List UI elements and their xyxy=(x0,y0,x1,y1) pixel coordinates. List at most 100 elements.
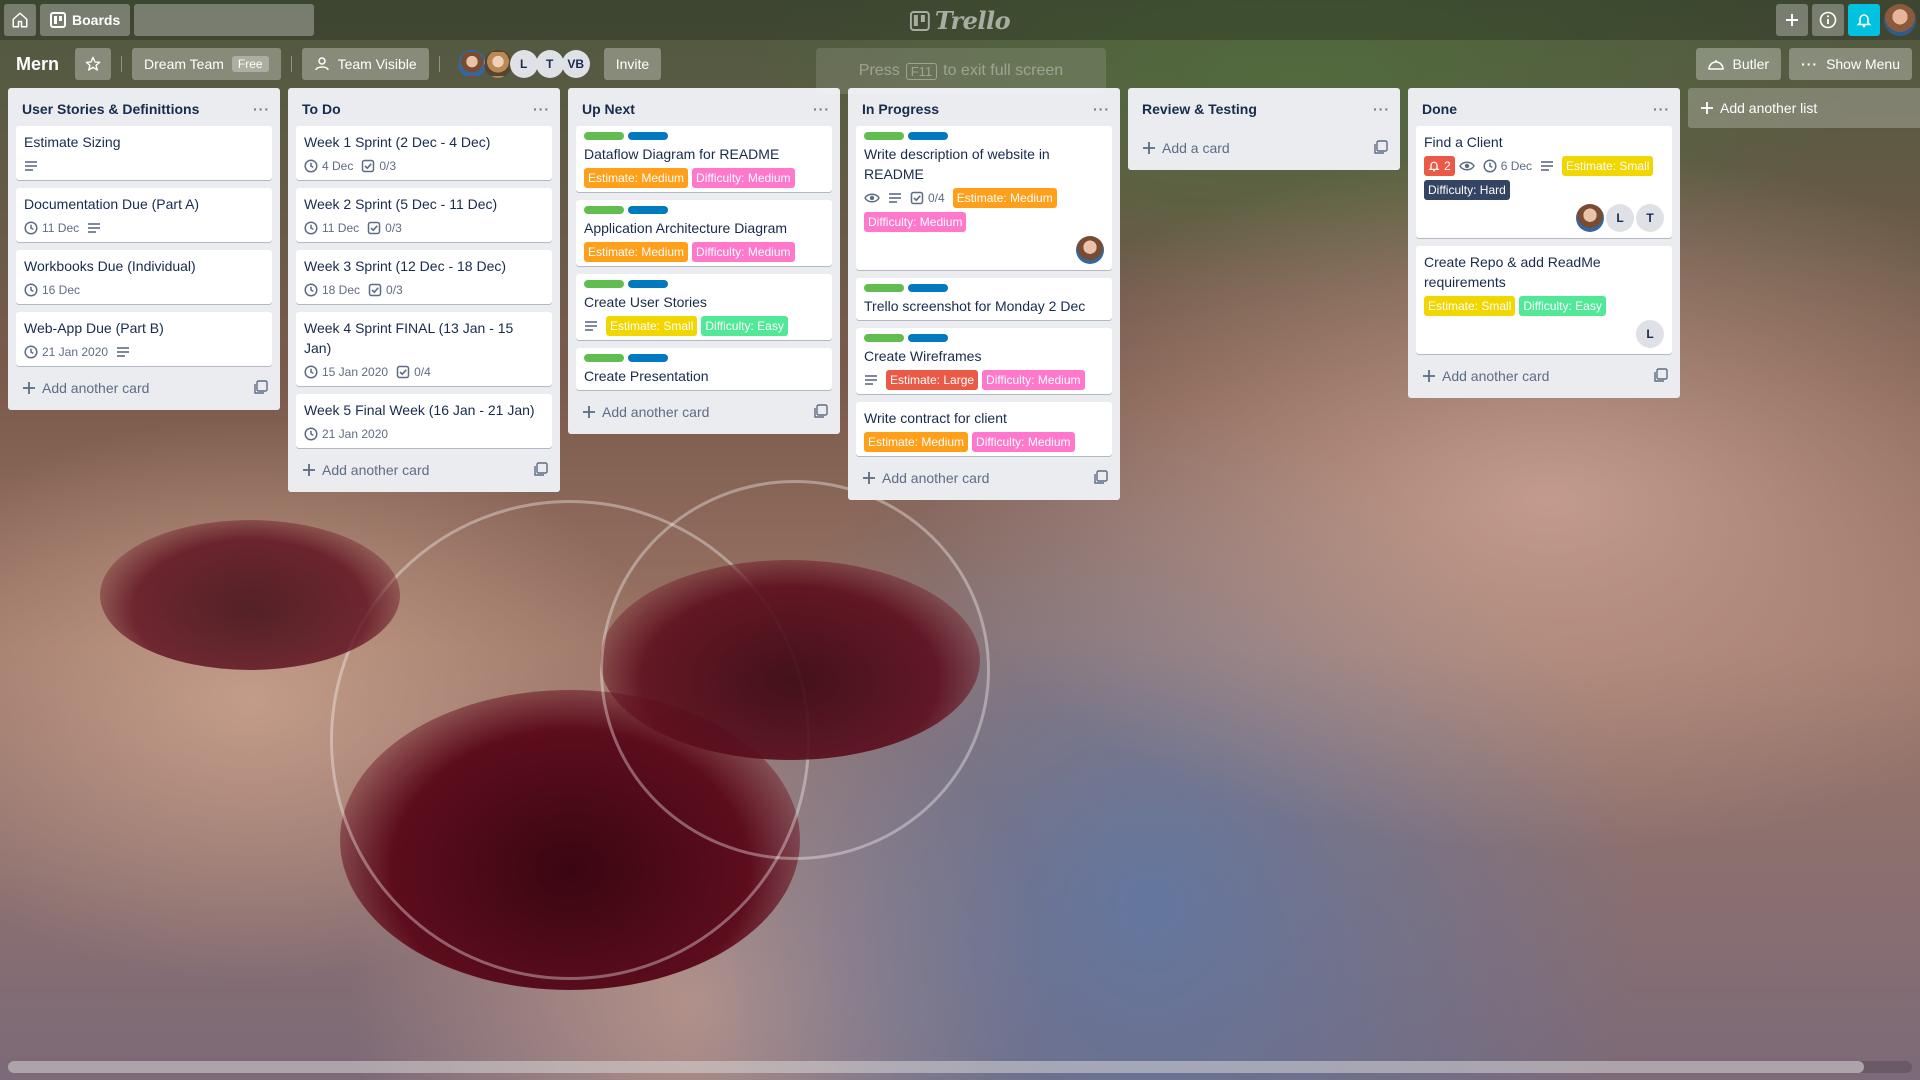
board-member-avatar[interactable] xyxy=(457,50,486,78)
star-board-button[interactable] xyxy=(75,48,112,80)
label-bar-green[interactable] xyxy=(584,206,624,214)
list-menu-icon[interactable]: ··· xyxy=(253,102,270,116)
notifications-button[interactable] xyxy=(1848,4,1880,36)
due-date-badge[interactable]: 6 Dec xyxy=(1483,156,1536,176)
card[interactable]: Write contract for client Estimate: Mediu… xyxy=(856,402,1112,456)
card-label[interactable]: Difficulty: Medium xyxy=(692,168,795,188)
card-label[interactable]: Estimate: Small xyxy=(1424,296,1516,316)
card-label[interactable]: Estimate: Medium xyxy=(584,242,689,262)
due-date-badge[interactable]: 21 Jan 2020 xyxy=(24,342,112,362)
card-member-avatar[interactable]: L xyxy=(1606,204,1634,232)
card-template-button[interactable] xyxy=(254,379,268,397)
board-title[interactable]: Mern xyxy=(16,54,59,75)
trello-logo[interactable]: Trello xyxy=(909,6,1011,35)
label-bar-blue[interactable] xyxy=(908,284,948,292)
card-label[interactable]: Estimate: Medium xyxy=(952,188,1057,208)
label-bar-green[interactable] xyxy=(584,280,624,288)
list-title[interactable]: To Do xyxy=(302,101,341,117)
add-card-button[interactable]: Add another card xyxy=(582,404,709,420)
card[interactable]: Week 4 Sprint FINAL (13 Jan - 15 Jan) 15 … xyxy=(296,312,552,386)
list-title[interactable]: Up Next xyxy=(582,101,635,117)
label-bar-green[interactable] xyxy=(584,132,624,140)
horizontal-scrollbar[interactable] xyxy=(8,1061,1912,1073)
team-button[interactable]: Dream Team Free xyxy=(132,48,281,80)
add-card-button[interactable]: Add a card xyxy=(1142,140,1230,156)
card-template-button[interactable] xyxy=(1374,139,1388,157)
card-label[interactable]: Difficulty: Medium xyxy=(972,432,1075,452)
card-template-button[interactable] xyxy=(1654,367,1668,385)
card-label[interactable]: Difficulty: Medium xyxy=(982,370,1085,390)
board-member-avatar[interactable] xyxy=(483,50,512,78)
card-member-avatar[interactable]: T xyxy=(1636,204,1664,232)
board-member-avatar[interactable]: VB xyxy=(561,50,590,78)
label-bar-blue[interactable] xyxy=(628,354,668,362)
card[interactable]: Week 1 Sprint (2 Dec - 4 Dec) 4 Dec 0/3 xyxy=(296,126,552,180)
due-date-badge[interactable]: 21 Jan 2020 xyxy=(304,424,392,444)
list-title[interactable]: In Progress xyxy=(862,101,939,117)
card[interactable]: Week 5 Final Week (16 Jan - 21 Jan) 21 Ja… xyxy=(296,394,552,448)
add-card-button[interactable]: Add another card xyxy=(1422,368,1549,384)
due-date-badge[interactable]: 4 Dec xyxy=(304,156,357,176)
add-card-button[interactable]: Add another card xyxy=(862,470,989,486)
card[interactable]: Dataflow Diagram for README Estimate: Med… xyxy=(576,126,832,192)
butler-button[interactable]: Butler xyxy=(1696,48,1782,80)
visibility-button[interactable]: Team Visible xyxy=(301,48,429,80)
card-member-avatar[interactable] xyxy=(1076,236,1104,264)
search-box[interactable] xyxy=(121,4,315,36)
list-menu-icon[interactable]: ··· xyxy=(533,102,550,116)
show-menu-button[interactable]: ··· Show Menu xyxy=(1789,48,1912,80)
board-member-avatar[interactable]: L xyxy=(509,50,538,78)
label-bar-blue[interactable] xyxy=(628,132,668,140)
profile-avatar[interactable] xyxy=(1884,4,1916,36)
add-list-button[interactable]: Add another list xyxy=(1688,88,1920,128)
card[interactable]: Trello screenshot for Monday 2 Dec xyxy=(856,278,1112,320)
add-card-button[interactable]: Add another card xyxy=(302,462,429,478)
due-date-badge[interactable]: 18 Dec xyxy=(304,280,364,300)
label-bar-blue[interactable] xyxy=(908,132,948,140)
label-bar-blue[interactable] xyxy=(628,280,668,288)
card[interactable]: Week 2 Sprint (5 Dec - 11 Dec) 11 Dec 0/3 xyxy=(296,188,552,242)
label-bar-green[interactable] xyxy=(864,132,904,140)
due-date-badge[interactable]: 11 Dec xyxy=(24,218,83,238)
home-button[interactable] xyxy=(4,4,36,36)
card-template-button[interactable] xyxy=(534,461,548,479)
card-label[interactable]: Difficulty: Easy xyxy=(1519,296,1606,316)
list-menu-icon[interactable]: ··· xyxy=(1653,102,1670,116)
label-bar-green[interactable] xyxy=(864,284,904,292)
card-member-avatar[interactable] xyxy=(1576,204,1604,232)
card-label[interactable]: Difficulty: Medium xyxy=(692,242,795,262)
card-label[interactable]: Estimate: Medium xyxy=(864,432,969,452)
scrollbar-thumb[interactable] xyxy=(8,1061,1864,1073)
invite-button[interactable]: Invite xyxy=(603,48,662,80)
card[interactable]: Create Presentation xyxy=(576,348,832,390)
card[interactable]: Application Architecture Diagram Estimate… xyxy=(576,200,832,266)
label-bar-green[interactable] xyxy=(864,334,904,342)
card-label[interactable]: Estimate: Medium xyxy=(584,168,689,188)
card-member-avatar[interactable]: L xyxy=(1636,320,1664,348)
card-template-button[interactable] xyxy=(1094,469,1108,487)
due-date-badge[interactable]: 15 Jan 2020 xyxy=(304,362,392,382)
create-button[interactable] xyxy=(1776,4,1808,36)
label-bar-green[interactable] xyxy=(584,354,624,362)
card-label[interactable]: Difficulty: Hard xyxy=(1424,180,1510,200)
card-label[interactable]: Estimate: Small xyxy=(1562,156,1654,176)
add-card-button[interactable]: Add another card xyxy=(22,380,149,396)
card[interactable]: Create User Stories Estimate: Small Diffic… xyxy=(576,274,832,340)
card[interactable]: Write description of website in README 0/… xyxy=(856,126,1112,270)
card[interactable]: Find a Client 2 6 Dec Estimate: Small Diffic… xyxy=(1416,126,1672,238)
card[interactable]: Week 3 Sprint (12 Dec - 18 Dec) 18 Dec 0/3 xyxy=(296,250,552,304)
due-date-badge[interactable]: 11 Dec xyxy=(304,218,363,238)
search-input[interactable] xyxy=(121,5,307,35)
list-title[interactable]: Done xyxy=(1422,101,1457,117)
boards-button[interactable]: Boards xyxy=(40,4,131,36)
label-bar-blue[interactable] xyxy=(628,206,668,214)
card-label[interactable]: Difficulty: Easy xyxy=(701,316,788,336)
card[interactable]: Create Wireframes Estimate: Large Difficul… xyxy=(856,328,1112,394)
card-label[interactable]: Estimate: Large xyxy=(886,370,979,390)
list-title[interactable]: Review & Testing xyxy=(1142,101,1257,117)
card[interactable]: Web-App Due (Part B) 21 Jan 2020 xyxy=(16,312,272,366)
list-menu-icon[interactable]: ··· xyxy=(1093,102,1110,116)
card[interactable]: Documentation Due (Part A) 11 Dec xyxy=(16,188,272,242)
list-menu-icon[interactable]: ··· xyxy=(813,102,830,116)
info-button[interactable] xyxy=(1812,4,1844,36)
